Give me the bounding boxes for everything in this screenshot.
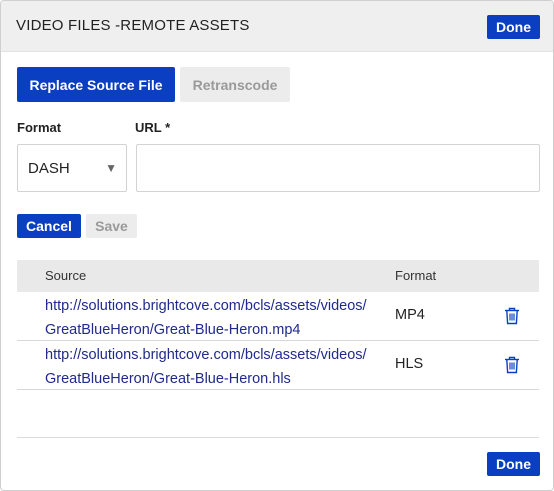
- url-label: URL *: [135, 120, 171, 135]
- table-row: http://solutions.brightcove.com/bcls/ass…: [17, 341, 539, 390]
- trash-icon[interactable]: [504, 307, 520, 325]
- row-format: MP4: [395, 307, 425, 323]
- source-url-link[interactable]: http://solutions.brightcove.com/bcls/ass…: [45, 343, 375, 391]
- cancel-button[interactable]: Cancel: [17, 214, 81, 238]
- column-header-format: Format: [395, 268, 437, 283]
- row-format: HLS: [395, 356, 424, 372]
- url-input[interactable]: [136, 144, 540, 192]
- format-label: Format: [17, 120, 62, 135]
- save-button: Save: [86, 214, 137, 238]
- table-header: Source Format: [17, 260, 539, 292]
- table-row: http://solutions.brightcove.com/bcls/ass…: [17, 292, 539, 341]
- format-select[interactable]: DASH ▼: [17, 144, 127, 192]
- trash-icon[interactable]: [504, 356, 520, 374]
- column-header-source: Source: [45, 268, 87, 283]
- dialog-title: VIDEO FILES -REMOTE ASSETS: [16, 17, 250, 34]
- dialog-header: VIDEO FILES -REMOTE ASSETS Done: [1, 1, 553, 52]
- retranscode-button: Retranscode: [180, 67, 290, 102]
- replace-source-file-button[interactable]: Replace Source File: [17, 67, 175, 102]
- done-button-top[interactable]: Done: [487, 15, 540, 39]
- source-url-link[interactable]: http://solutions.brightcove.com/bcls/ass…: [45, 294, 375, 342]
- footer-divider: [17, 437, 539, 438]
- caret-down-icon: ▼: [105, 161, 117, 175]
- video-files-dialog: VIDEO FILES -REMOTE ASSETS Done Replace …: [0, 0, 554, 491]
- done-button-bottom[interactable]: Done: [487, 452, 540, 476]
- format-select-value: DASH: [28, 160, 70, 177]
